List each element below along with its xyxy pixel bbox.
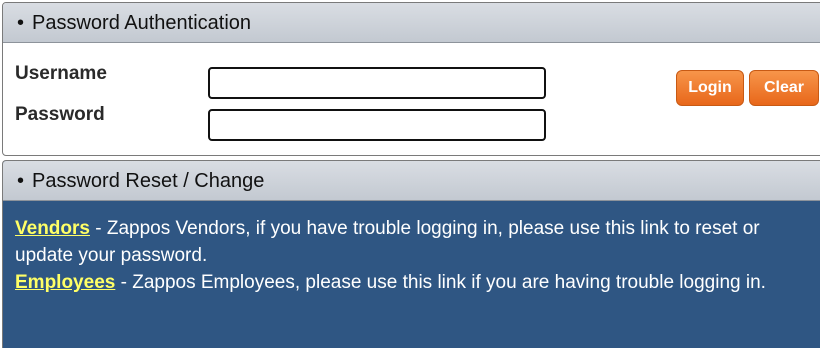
employees-description: - Zappos Employees, please use this link… (115, 272, 766, 293)
username-input[interactable] (208, 67, 546, 99)
password-reset-panel: • Password Reset / Change Vendors - Zappo… (2, 160, 820, 348)
vendors-link[interactable]: Vendors (15, 218, 90, 239)
password-authentication-title: Password Authentication (32, 12, 252, 34)
vendors-paragraph: Vendors - Zappos Vendors, if you have tr… (15, 215, 811, 269)
password-label: Password (15, 104, 105, 125)
login-button[interactable]: Login (676, 70, 744, 106)
password-input[interactable] (208, 109, 546, 141)
bullet-icon: • (17, 12, 25, 34)
bullet-icon: • (17, 170, 25, 192)
password-authentication-header: • Password Authentication (3, 3, 820, 43)
username-label: Username (15, 63, 107, 84)
password-reset-title: Password Reset / Change (32, 170, 265, 192)
password-reset-header: • Password Reset / Change (3, 161, 820, 201)
employees-link[interactable]: Employees (15, 272, 115, 293)
password-reset-body: Vendors - Zappos Vendors, if you have tr… (3, 201, 820, 296)
employees-paragraph: Employees - Zappos Employees, please use… (15, 269, 811, 296)
clear-button[interactable]: Clear (749, 70, 819, 106)
vendors-description: - Zappos Vendors, if you have trouble lo… (15, 218, 760, 266)
password-authentication-panel: • Password Authentication Username Passwo… (2, 2, 820, 156)
